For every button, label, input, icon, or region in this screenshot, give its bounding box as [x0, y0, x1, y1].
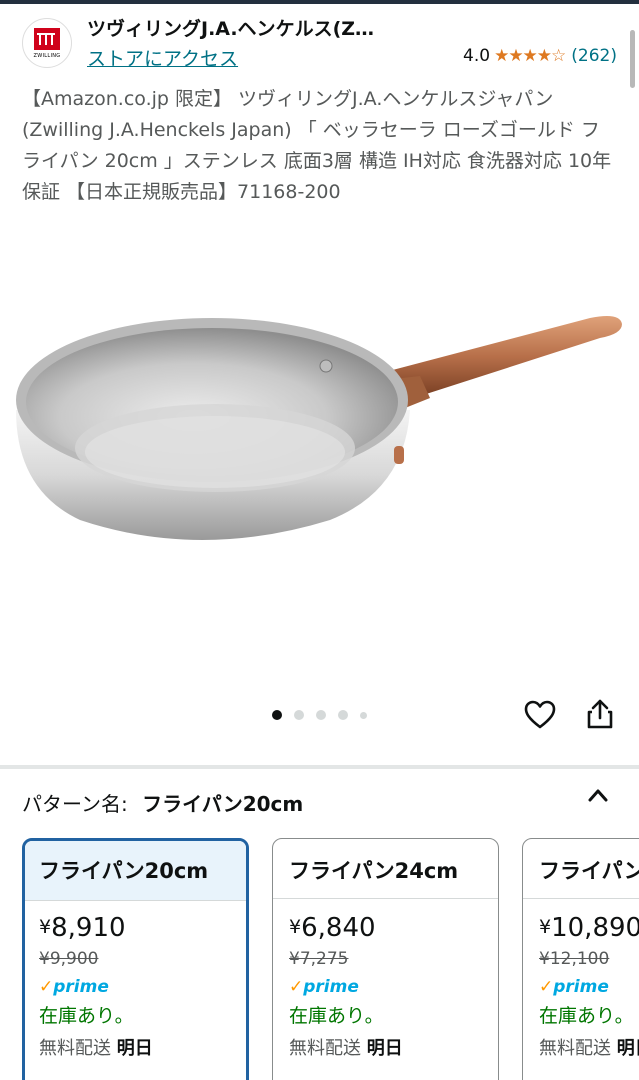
variant-price: ¥6,840: [289, 913, 482, 943]
logo-text: ZWILLING: [33, 52, 61, 59]
product-title: 【Amazon.co.jp 限定】 ツヴィリングJ.A.ヘンケルスジャパン (Z…: [22, 88, 612, 203]
prime-badge: ✓prime: [289, 977, 482, 997]
delivery-day: 明日: [616, 1038, 639, 1059]
pagination-dot[interactable]: [316, 710, 326, 720]
prime-text: prime: [553, 977, 609, 997]
pagination-dot[interactable]: [294, 710, 304, 720]
rating-value: 4.0: [463, 46, 491, 66]
currency-symbol: ¥: [39, 916, 52, 938]
variant-card-28cm[interactable]: フライパン28cm ¥10,890 ¥12,100 ✓prime 在庫あり。 無…: [522, 838, 639, 1080]
shipping-label: 無料配送: [289, 1038, 361, 1059]
price-value: 8,910: [51, 913, 126, 943]
variant-price: ¥10,890: [539, 913, 639, 943]
pattern-label: パターン名:: [22, 792, 128, 816]
pattern-selector-header: パターン名: フライパン20cm: [22, 788, 303, 817]
pagination-dot[interactable]: [360, 711, 367, 719]
currency-symbol: ¥: [289, 916, 302, 938]
shipping-info: 無料配送 明日: [39, 1034, 232, 1060]
original-price: ¥9,900: [39, 949, 99, 969]
check-icon: ✓: [289, 977, 304, 997]
pagination-dot[interactable]: [338, 710, 348, 720]
scrollbar[interactable]: [630, 30, 635, 88]
delivery-day: 明日: [116, 1038, 153, 1059]
variant-price: ¥8,910: [39, 913, 232, 943]
visit-store-link[interactable]: ストアにアクセス: [87, 44, 238, 71]
brand-logo[interactable]: ZWILLING: [22, 18, 72, 68]
review-count[interactable]: (262): [571, 46, 617, 66]
variant-card-20cm[interactable]: フライパン20cm ¥8,910 ¥9,900 ✓prime 在庫あり。 無料配…: [22, 838, 249, 1080]
variant-carousel[interactable]: フライパン20cm ¥8,910 ¥9,900 ✓prime 在庫あり。 無料配…: [22, 838, 639, 1080]
variant-name: フライパン20cm: [25, 841, 246, 901]
stock-status: 在庫あり。: [289, 1005, 384, 1027]
star-rating-icon: ★★★★☆: [494, 46, 566, 66]
shipping-info: 無料配送 明日: [289, 1034, 482, 1060]
variant-name: フライパン28cm: [523, 839, 639, 899]
product-image[interactable]: [0, 300, 639, 560]
check-icon: ✓: [539, 977, 554, 997]
stock-status: 在庫あり。: [539, 1005, 634, 1027]
chevron-up-icon[interactable]: [587, 786, 609, 804]
original-price: ¥7,275: [289, 949, 349, 969]
pattern-value: フライパン20cm: [142, 792, 304, 816]
currency-symbol: ¥: [539, 916, 552, 938]
section-divider: [0, 765, 639, 769]
store-header: ZWILLING ツヴィリングJ.A.ヘンケルス(Z… ストアにアクセス 4.0…: [0, 4, 639, 76]
pagination-dot-active[interactable]: [272, 710, 282, 720]
zwilling-logo-icon: [34, 27, 60, 50]
prime-badge: ✓prime: [39, 977, 232, 997]
stock-status: 在庫あり。: [39, 1005, 134, 1027]
prime-text: prime: [303, 977, 359, 997]
check-icon: ✓: [39, 977, 54, 997]
original-price: ¥12,100: [539, 949, 610, 969]
shipping-info: 無料配送 明日: [539, 1034, 639, 1060]
price-value: 6,840: [301, 913, 376, 943]
price-value: 10,890: [551, 913, 639, 943]
share-icon[interactable]: [585, 698, 615, 730]
brand-name[interactable]: ツヴィリングJ.A.ヘンケルス(Z…: [87, 14, 447, 41]
shipping-label: 無料配送: [39, 1038, 111, 1059]
variant-card-24cm[interactable]: フライパン24cm ¥6,840 ¥7,275 ✓prime 在庫あり。 無料配…: [272, 838, 499, 1080]
prime-badge: ✓prime: [539, 977, 639, 997]
delivery-day: 明日: [366, 1038, 403, 1059]
shipping-label: 無料配送: [539, 1038, 611, 1059]
wishlist-heart-icon[interactable]: [524, 700, 556, 730]
rating-summary[interactable]: 4.0 ★★★★☆ (262): [463, 46, 617, 66]
prime-text: prime: [53, 977, 109, 997]
variant-name: フライパン24cm: [273, 839, 498, 899]
